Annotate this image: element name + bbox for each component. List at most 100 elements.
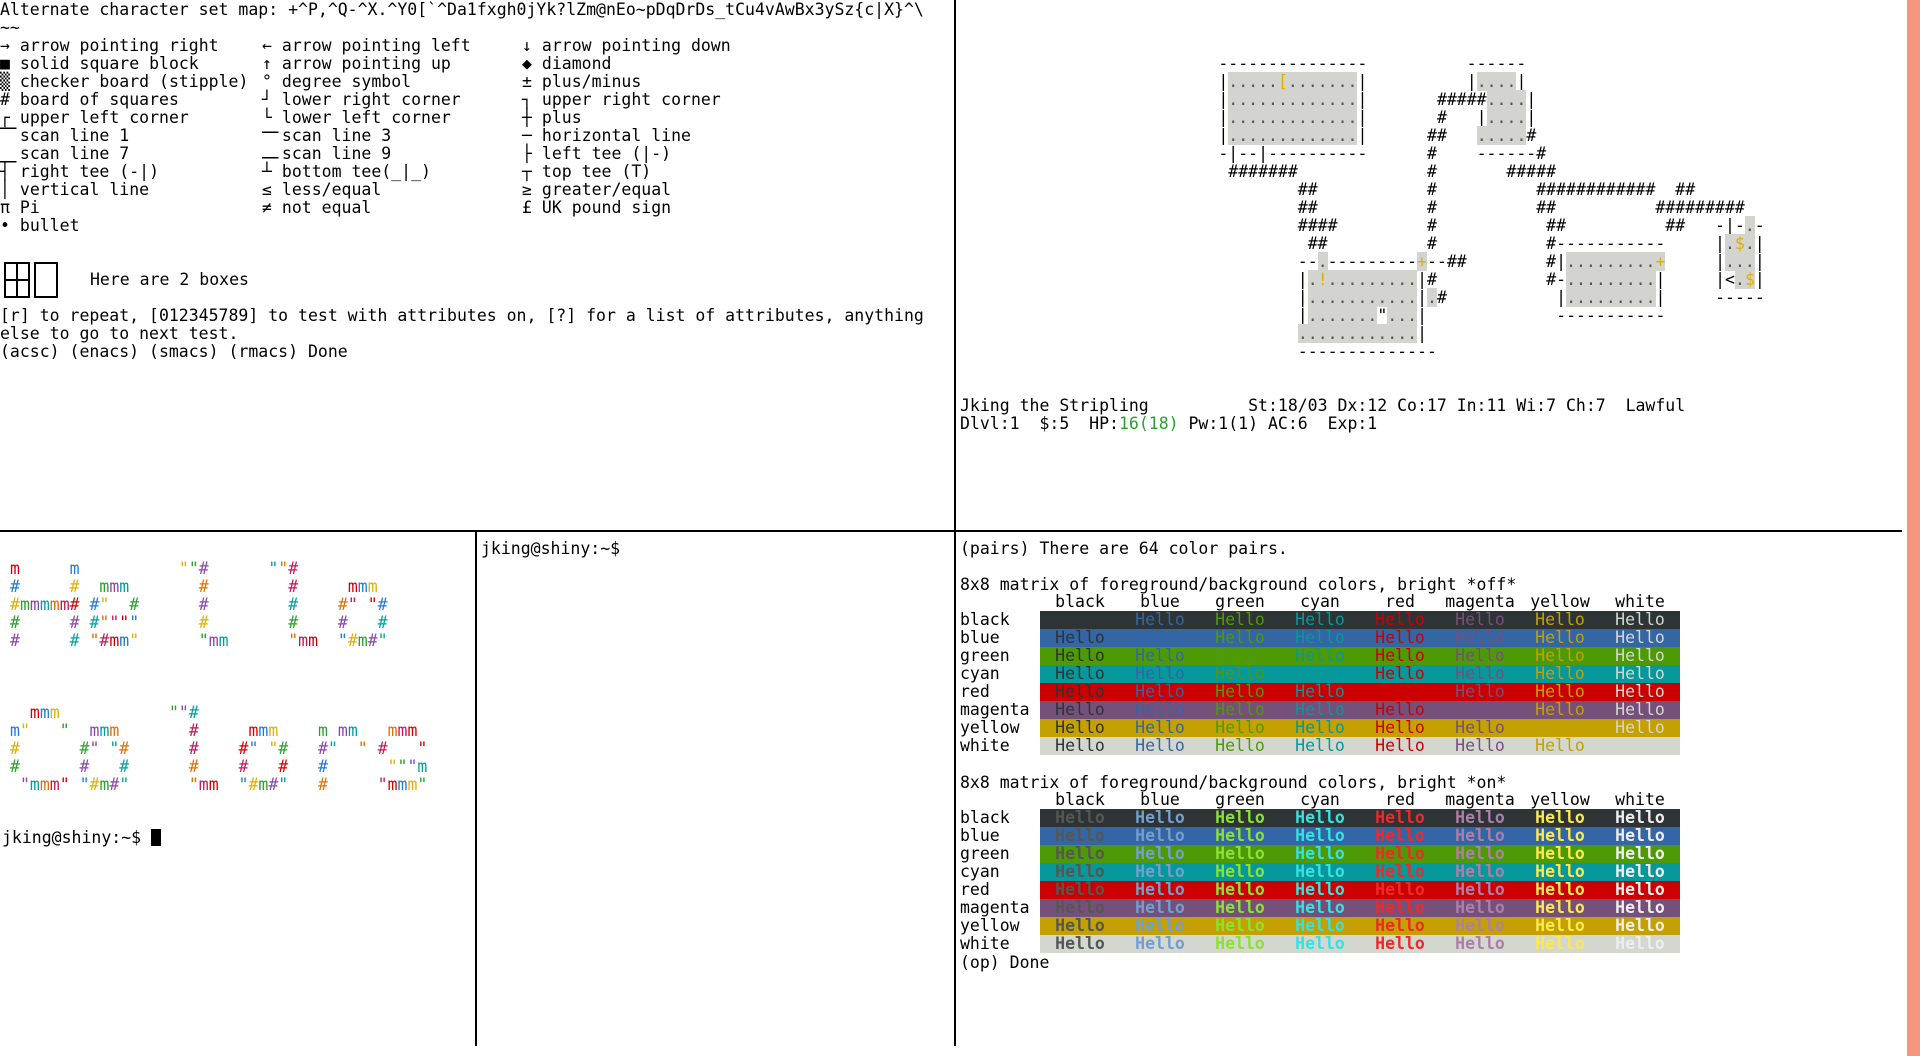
acs-label: upper left corner bbox=[10, 108, 189, 127]
acs-glyph: ┴ bbox=[262, 162, 272, 181]
shell-prompt: jking@shiny:~$ bbox=[481, 539, 621, 558]
acs-entry: → arrow pointing right bbox=[0, 37, 219, 55]
acs-label: lower left corner bbox=[272, 108, 451, 127]
matrix-cell: Hello bbox=[1120, 611, 1200, 629]
matrix-row: blue Hello Hello Hello Hello Hello Hello Hello H… bbox=[960, 827, 1680, 845]
matrix-row-label: blue bbox=[960, 629, 1040, 647]
matrix-cell: Hello bbox=[1120, 683, 1200, 701]
boxes-caption: Here are 2 boxes bbox=[90, 270, 249, 289]
matrix-row-label: cyan bbox=[960, 863, 1040, 881]
matrix-cell: Hello bbox=[1040, 737, 1120, 755]
acs-label: horizontal line bbox=[532, 126, 691, 145]
map-row: #### # ## ## -|-.- bbox=[1119, 216, 1765, 235]
matrix-col-header: white bbox=[1615, 592, 1665, 611]
acs-label: not equal bbox=[272, 198, 372, 217]
acs-glyph: ─ bbox=[522, 126, 532, 145]
acs-glyph: ┌ bbox=[0, 108, 10, 127]
matrix-row-label: blue bbox=[960, 827, 1040, 845]
matrix-cell: Hello bbox=[1600, 863, 1680, 881]
matrix-cell: Hello bbox=[1520, 881, 1600, 899]
acs-label: bullet bbox=[10, 216, 80, 235]
banner-row: m m ""# ""# bbox=[10, 559, 299, 578]
acs-glyph: π bbox=[0, 198, 10, 217]
acs-glyph: ┐ bbox=[522, 90, 532, 109]
matrix-cell: Hello bbox=[1520, 935, 1600, 953]
matrix-cell: Hello bbox=[1120, 719, 1200, 737]
matrix-col-header: green bbox=[1215, 790, 1265, 809]
colors-pane[interactable]: (pairs) There are 64 color pairs. 8x8 ma… bbox=[958, 532, 1902, 1046]
matrix-row-label: green bbox=[960, 845, 1040, 863]
nethack-pane[interactable]: --------------- ------ |.....[.......| |… bbox=[958, 0, 1902, 530]
banner-row: mmm ""# bbox=[29, 703, 199, 722]
acs-entry: ↓ arrow pointing down bbox=[522, 37, 731, 55]
matrix-cell: Hello bbox=[1600, 683, 1680, 701]
matrix-cell: Hello bbox=[1360, 881, 1440, 899]
matrix-cell: Hello bbox=[1520, 809, 1600, 827]
acs-glyph: £ bbox=[522, 198, 532, 217]
matrix-col-header: green bbox=[1215, 592, 1265, 611]
matrix-col-header: red bbox=[1385, 790, 1415, 809]
acs-label: right tee (-|) bbox=[10, 162, 160, 181]
acs-pane[interactable]: Alternate character set map: +^P,^Q-^X.^… bbox=[0, 0, 954, 530]
matrix-cell: Hello bbox=[1040, 917, 1120, 935]
acs-entry: ↑ arrow pointing up bbox=[262, 55, 451, 73]
matrix-cell: Hello bbox=[1600, 611, 1680, 629]
banner-row: #mmmmm# #" # # # #" "# bbox=[10, 595, 388, 614]
banner-row: # # # # # # # """m bbox=[10, 757, 428, 776]
acs-label: bottom tee(_|_) bbox=[272, 162, 431, 181]
matrix-col-header: cyan bbox=[1300, 592, 1340, 611]
matrix-cell: Hello bbox=[1120, 737, 1200, 755]
acs-glyph: ↑ bbox=[262, 54, 272, 73]
matrix-cell: Hello bbox=[1200, 809, 1280, 827]
shell-prompt-bottom[interactable]: jking@shiny:~$ bbox=[2, 829, 162, 847]
acs-entry: ≤ less/equal bbox=[262, 181, 381, 199]
matrix-cell: Hello bbox=[1280, 917, 1360, 935]
matrix-cell: Hello bbox=[1200, 629, 1280, 647]
acs-entry: π Pi bbox=[0, 199, 40, 217]
matrix-cell: Hello bbox=[1200, 737, 1280, 755]
status-line-2: Dlvl:1 $:5 HP:16(18) Pw:1(1) AC:6 Exp:1 bbox=[960, 414, 1378, 433]
matrix-cell: Hello bbox=[1440, 719, 1520, 737]
map-row: |......."...| ----------- bbox=[1119, 306, 1666, 325]
matrix-row: magenta Hello Hello Hello Hello Hello Hello Hel… bbox=[960, 701, 1680, 719]
vertical-split[interactable] bbox=[954, 0, 956, 1046]
matrix1-header: black blue green cyan red magenta yellow white bbox=[1040, 593, 1680, 611]
matrix-row: black Hello Hello Hello Hello Hello Hello Hello bbox=[960, 611, 1680, 629]
acs-glyph: ← bbox=[262, 36, 272, 55]
banner-pane[interactable]: m m ""# ""# # # mmm # # mmm #mmmmm# #" # #… bbox=[0, 532, 475, 1046]
matrix-cell: Hello bbox=[1440, 683, 1520, 701]
map-row: |.....[.......| |....| bbox=[1119, 72, 1527, 91]
acs-entry: ± plus/minus bbox=[522, 73, 641, 91]
acs-entry: ─ horizontal line bbox=[522, 127, 691, 145]
acs-glyph: └ bbox=[262, 108, 272, 127]
matrix-cell: Hello bbox=[1280, 845, 1360, 863]
matrix-cell: Hello bbox=[1280, 683, 1360, 701]
matrix-cell: Hello bbox=[1600, 665, 1680, 683]
acs-label: less/equal bbox=[272, 180, 382, 199]
acs-label: plus bbox=[532, 108, 582, 127]
matrix-col-header: magenta bbox=[1445, 790, 1515, 809]
map-row: -|--|---------- # ------# bbox=[1119, 144, 1547, 163]
acs-entry: ⎺ scan line 1 bbox=[0, 127, 129, 145]
acs-label: board of squares bbox=[10, 90, 179, 109]
op-done: (op) Done bbox=[960, 953, 1050, 972]
matrix-cell: Hello bbox=[1280, 719, 1360, 737]
matrix-cell: Hello bbox=[1440, 881, 1520, 899]
acs-glyph: ⎺ bbox=[0, 126, 17, 145]
banner-row: # # mmm # # mmm bbox=[10, 577, 378, 596]
matrix-col-header: blue bbox=[1140, 592, 1180, 611]
matrix-cell: Hello bbox=[1040, 629, 1120, 647]
acs-header: Alternate character set map: +^P,^Q-^X.^… bbox=[0, 0, 924, 19]
matrix-cell: Hello bbox=[1520, 737, 1600, 755]
matrix-row-label: magenta bbox=[960, 701, 1040, 719]
shell-pane[interactable]: jking@shiny:~$ bbox=[477, 532, 954, 1046]
acs-entry: ° degree symbol bbox=[262, 73, 411, 91]
matrix-cell: Hello bbox=[1040, 665, 1120, 683]
matrix-row: yellow Hello Hello Hello Hello Hello Hello Hell… bbox=[960, 917, 1680, 935]
acs-entry: ▒ checker board (stipple) bbox=[0, 73, 248, 91]
matrix-cell: Hello bbox=[1120, 809, 1200, 827]
map-row: |.............| ## .....# bbox=[1119, 126, 1537, 145]
status-line-1: Jking the Stripling St:18/03 Dx:12 Co:17… bbox=[960, 396, 1686, 415]
matrix-cell: Hello bbox=[1360, 665, 1440, 683]
matrix-cell: Hello bbox=[1600, 827, 1680, 845]
